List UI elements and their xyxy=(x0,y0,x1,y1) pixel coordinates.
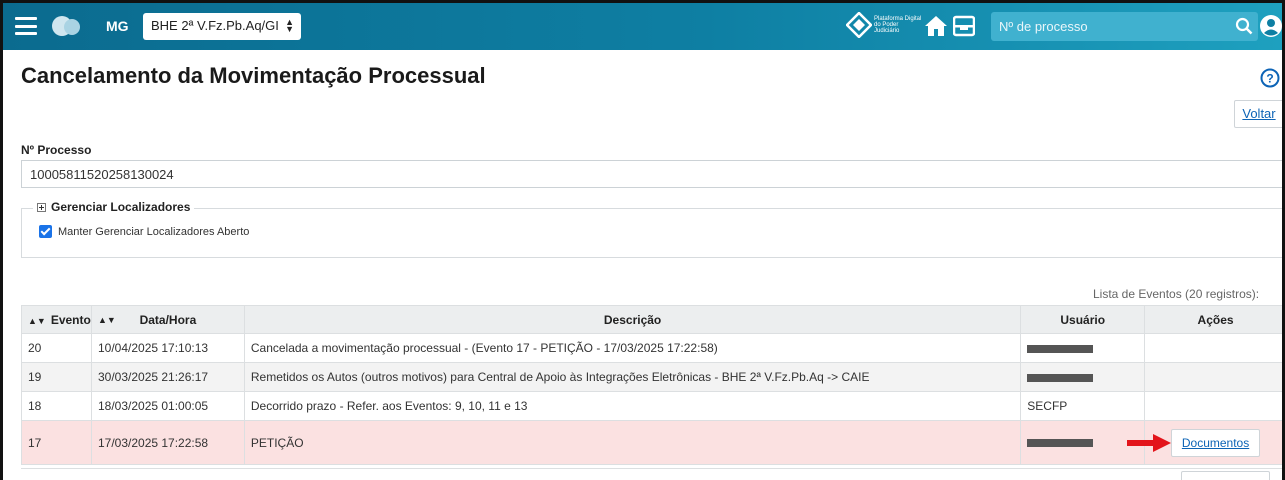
event-description: Remetidos os Autos (outros motivos) para… xyxy=(243,362,1022,392)
court-unit-select[interactable]: BHE 2ª V.Fz.Pb.Aq/GI ▲ ▼ xyxy=(143,13,301,40)
column-header-evento[interactable]: ▲▼ Evento xyxy=(21,305,92,334)
column-header-data-hora[interactable]: ▲▼ Data/Hora xyxy=(90,305,245,334)
select-caret-icon: ▲ ▼ xyxy=(285,17,294,34)
event-number: 18 xyxy=(21,391,92,421)
state-label: MG xyxy=(106,18,129,34)
documents-button[interactable]: Documentos xyxy=(1170,428,1261,457)
profile-blob-icon[interactable] xyxy=(51,14,81,38)
column-header-usuario: Usuário xyxy=(1020,305,1146,334)
locators-legend-label: Gerenciar Localizadores xyxy=(51,200,191,214)
event-user: SECFP xyxy=(1020,391,1146,421)
hamburger-menu-icon[interactable] xyxy=(15,17,37,35)
event-datetime: 18/03/2025 01:00:05 xyxy=(90,391,245,421)
event-number: 19 xyxy=(21,362,92,392)
event-description: Cancelada a movimentação processual - (E… xyxy=(243,333,1022,363)
page-title: Cancelamento da Movimentação Processual xyxy=(21,63,486,88)
table-row-partial: Documentos xyxy=(21,468,1282,480)
events-table: ▲▼ Evento ▲▼ Data/Hora Descrição Usuário A… xyxy=(21,305,1282,465)
table-row: 19 30/03/2025 21:26:17 Remetidos os Auto… xyxy=(21,362,1282,392)
event-actions xyxy=(1144,391,1282,421)
column-header-acoes: Ações xyxy=(1144,305,1282,334)
court-unit-value: BHE 2ª V.Fz.Pb.Aq/GI xyxy=(151,18,279,33)
search-icon[interactable] xyxy=(1235,17,1253,35)
back-button-label: Voltar xyxy=(1242,106,1276,121)
svg-text:?: ? xyxy=(1266,72,1273,86)
events-header-row: ▲▼ Evento ▲▼ Data/Hora Descrição Usuário A… xyxy=(21,305,1282,334)
red-arrow-icon xyxy=(1127,434,1171,452)
process-search-box xyxy=(991,12,1258,41)
pdpj-logo-text: Plataforma Digital do Poder Judiciário xyxy=(874,16,922,34)
event-datetime: 30/03/2025 21:26:17 xyxy=(90,362,245,392)
expand-plus-icon[interactable] xyxy=(37,202,46,212)
event-datetime: 10/04/2025 17:10:13 xyxy=(90,333,245,363)
process-search-input[interactable] xyxy=(999,17,1214,36)
process-number-label: Nº Processo xyxy=(21,143,92,157)
table-row: 18 18/03/2025 01:00:05 Decorrido prazo -… xyxy=(21,391,1282,421)
event-user xyxy=(1020,333,1146,363)
home-icon[interactable] xyxy=(925,15,947,37)
event-user xyxy=(1020,362,1146,392)
keep-open-option[interactable]: Manter Gerenciar Localizadores Aberto xyxy=(39,225,249,238)
table-row: 20 10/04/2025 17:10:13 Cancelada a movim… xyxy=(21,333,1282,363)
pdpj-diamond-icon xyxy=(845,11,873,39)
table-row-highlighted: 17 17/03/2025 17:22:58 PETIÇÃO Documento… xyxy=(21,420,1282,465)
event-actions xyxy=(1144,362,1282,392)
user-account-icon[interactable] xyxy=(1259,14,1283,38)
column-header-descricao: Descrição xyxy=(243,305,1022,334)
app-frame: MG BHE 2ª V.Fz.Pb.Aq/GI ▲ ▼ Plataforma Di… xyxy=(0,0,1285,480)
documents-button[interactable]: Documentos xyxy=(1181,471,1271,480)
event-datetime: 17/03/2025 17:22:58 xyxy=(90,420,245,465)
redacted-user xyxy=(1027,344,1094,353)
top-navigation-bar: MG BHE 2ª V.Fz.Pb.Aq/GI ▲ ▼ Plataforma Di… xyxy=(3,3,1282,50)
events-list-caption: Lista de Eventos (20 registros): xyxy=(1093,287,1260,301)
event-description: Decorrido prazo - Refer. aos Eventos: 9,… xyxy=(243,391,1022,421)
event-actions xyxy=(1144,333,1282,363)
event-number: 17 xyxy=(21,420,92,465)
redacted-user xyxy=(1027,373,1094,382)
sort-icon[interactable]: ▲▼ xyxy=(28,316,46,326)
process-number-field[interactable]: 10005811520258130024 xyxy=(21,160,1282,188)
keep-open-checkbox[interactable] xyxy=(39,225,52,238)
event-number: 20 xyxy=(21,333,92,363)
event-description: PETIÇÃO xyxy=(243,420,1022,465)
back-button[interactable]: Voltar xyxy=(1234,100,1282,128)
sort-icon[interactable]: ▲▼ xyxy=(98,315,116,325)
keep-open-label: Manter Gerenciar Localizadores Aberto xyxy=(58,225,250,238)
help-icon[interactable]: ? xyxy=(1260,68,1280,88)
locators-legend[interactable]: Gerenciar Localizadores xyxy=(33,200,195,214)
redacted-user xyxy=(1027,439,1094,448)
inbox-tray-icon[interactable] xyxy=(953,15,975,37)
pdpj-logo[interactable]: Plataforma Digital do Poder Judiciário xyxy=(845,11,922,40)
